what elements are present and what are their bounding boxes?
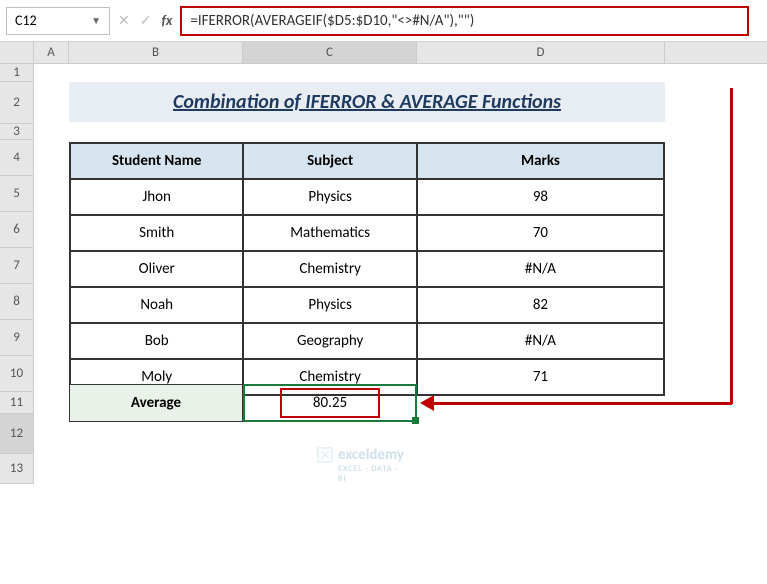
data-table: Student Name Subject Marks Jhon Physics … <box>69 142 665 396</box>
page-title: Combination of IFERROR & AVERAGE Functio… <box>69 82 665 122</box>
watermark-text: exceldemy <box>338 446 404 464</box>
name-box-value: C12 <box>15 12 37 29</box>
col-header-c[interactable]: C <box>243 42 417 63</box>
annotation-arrow-vertical <box>730 88 733 404</box>
row-header-1[interactable]: 1 <box>0 64 34 82</box>
row-header-11[interactable]: 11 <box>0 392 34 414</box>
cell-b8[interactable]: Noah <box>70 287 243 323</box>
cell-b6[interactable]: Smith <box>70 215 243 251</box>
spreadsheet-grid: A B C D 1 2 3 4 5 6 7 8 9 10 11 12 13 Co… <box>0 42 767 484</box>
average-value: 80.25 <box>313 394 347 412</box>
col-header-a[interactable]: A <box>34 42 69 63</box>
cell-d8[interactable]: 82 <box>417 287 664 323</box>
col-header-b[interactable]: B <box>69 42 243 63</box>
cell-b5[interactable]: Jhon <box>70 179 243 215</box>
select-all-corner[interactable] <box>0 42 34 63</box>
cell-d5[interactable]: 98 <box>417 179 664 215</box>
table-header-name[interactable]: Student Name <box>70 143 243 179</box>
table-row: Oliver Chemistry #N/A <box>70 251 664 287</box>
col-header-d[interactable]: D <box>417 42 665 63</box>
formula-bar-input[interactable]: =IFERROR(AVERAGEIF($D5:$D10,"<>#N/A"),""… <box>180 6 749 36</box>
table-header-marks[interactable]: Marks <box>417 143 664 179</box>
confirm-icon[interactable]: ✓ <box>140 12 152 29</box>
row-header-9[interactable]: 9 <box>0 320 34 356</box>
row-header-12[interactable]: 12 <box>0 414 34 454</box>
cell-c8[interactable]: Physics <box>243 287 416 323</box>
cell-d6[interactable]: 70 <box>417 215 664 251</box>
table-row: Smith Mathematics 70 <box>70 215 664 251</box>
cell-b9[interactable]: Bob <box>70 323 243 359</box>
cell-b7[interactable]: Oliver <box>70 251 243 287</box>
table-header-subject[interactable]: Subject <box>243 143 416 179</box>
annotation-arrow-horizontal <box>430 402 732 405</box>
annotation-arrow-head-icon <box>420 395 434 411</box>
table-row: Bob Geography #N/A <box>70 323 664 359</box>
cell-c5[interactable]: Physics <box>243 179 416 215</box>
formula-text: =IFERROR(AVERAGEIF($D5:$D10,"<>#N/A"),""… <box>190 12 474 30</box>
watermark-sub: EXCEL · DATA · BI <box>338 464 404 484</box>
row-header-7[interactable]: 7 <box>0 248 34 284</box>
formula-icons: ✕ ✓ fx <box>118 12 172 29</box>
row-header-3[interactable]: 3 <box>0 124 34 140</box>
average-label[interactable]: Average <box>69 384 243 422</box>
cell-c7[interactable]: Chemistry <box>243 251 416 287</box>
watermark-logo-icon <box>316 446 334 464</box>
average-value-cell[interactable]: 80.25 <box>243 384 417 422</box>
row-header-8[interactable]: 8 <box>0 284 34 320</box>
row-header-5[interactable]: 5 <box>0 176 34 212</box>
row-header-13[interactable]: 13 <box>0 454 34 484</box>
cell-c6[interactable]: Mathematics <box>243 215 416 251</box>
name-box[interactable]: C12 ▼ <box>6 7 110 35</box>
average-row: Average 80.25 <box>69 384 417 422</box>
name-box-dropdown-icon[interactable]: ▼ <box>91 14 101 27</box>
row-header-4[interactable]: 4 <box>0 140 34 176</box>
formula-bar-row: C12 ▼ ✕ ✓ fx =IFERROR(AVERAGEIF($D5:$D10… <box>0 0 767 42</box>
cell-c9[interactable]: Geography <box>243 323 416 359</box>
cancel-icon[interactable]: ✕ <box>118 12 130 29</box>
cell-d7[interactable]: #N/A <box>417 251 664 287</box>
column-headers: A B C D <box>0 42 767 64</box>
fx-icon[interactable]: fx <box>161 12 172 29</box>
row-header-2[interactable]: 2 <box>0 82 34 124</box>
row-header-6[interactable]: 6 <box>0 212 34 248</box>
table-row: Jhon Physics 98 <box>70 179 664 215</box>
table-row: Noah Physics 82 <box>70 287 664 323</box>
cell-d10[interactable]: 71 <box>417 359 664 395</box>
row-header-10[interactable]: 10 <box>0 356 34 392</box>
cell-d9[interactable]: #N/A <box>417 323 664 359</box>
watermark: exceldemy EXCEL · DATA · BI <box>316 446 404 464</box>
